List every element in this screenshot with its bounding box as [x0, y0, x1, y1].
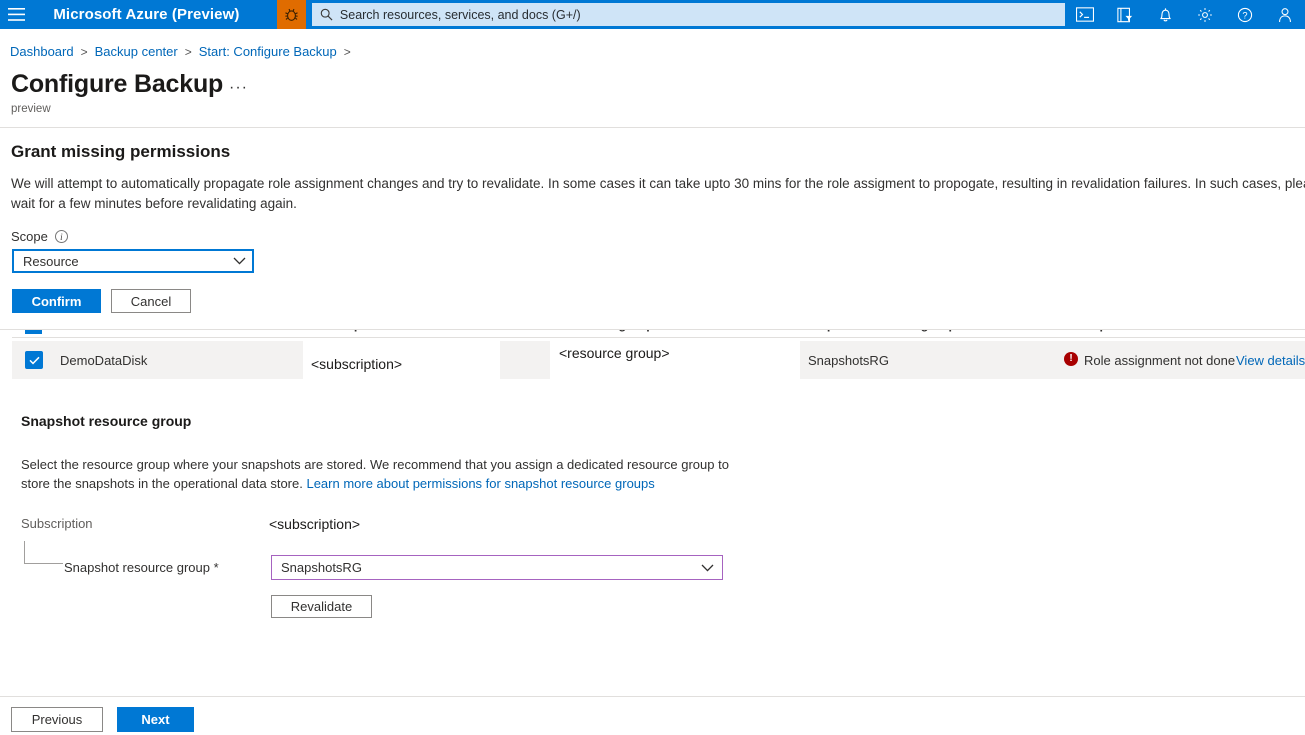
grant-panel-description: We will attempt to automatically propaga… — [11, 176, 1305, 211]
scope-label: Scope — [11, 229, 48, 244]
cell-backup-readiness: Role assignment not done — [1084, 352, 1236, 368]
info-icon[interactable]: i — [54, 230, 68, 243]
bug-icon[interactable] — [277, 0, 306, 29]
breadcrumb-item-dashboard[interactable]: Dashboard — [10, 44, 74, 59]
header-tool-icons: ? — [1065, 0, 1305, 29]
page-subtitle-preview: preview — [11, 103, 51, 115]
cell-resource-group: <resource group> — [559, 345, 670, 361]
page-title: Configure Backup — [11, 70, 224, 98]
notifications-bell-icon[interactable] — [1145, 0, 1185, 29]
help-question-icon[interactable]: ? — [1225, 0, 1265, 29]
scope-dropdown[interactable]: Resource — [12, 249, 254, 273]
cloud-shell-icon[interactable] — [1065, 0, 1105, 29]
cell-snapshot-resource-group: SnapshotsRG — [808, 352, 889, 368]
subscription-label: Subscription — [21, 516, 93, 531]
row-checkbox[interactable] — [25, 351, 43, 369]
hamburger-menu-icon[interactable] — [0, 0, 33, 29]
snapshot-resource-group-dropdown[interactable]: SnapshotsRG — [271, 555, 723, 580]
more-options-icon[interactable]: ··· — [229, 79, 248, 97]
azure-portal-page: Microsoft Azure (Preview) Search resourc… — [0, 0, 1305, 735]
global-search-box[interactable]: Search resources, services, and docs (G+… — [311, 3, 1065, 26]
settings-gear-icon[interactable] — [1185, 0, 1225, 29]
snapshot-section-title: Snapshot resource group — [21, 413, 192, 429]
cell-subscription: <subscription> — [311, 356, 403, 372]
chevron-down-icon — [701, 564, 714, 572]
global-header: Microsoft Azure (Preview) Search resourc… — [0, 0, 1305, 29]
breadcrumb-separator: > — [80, 44, 88, 59]
chevron-down-icon — [233, 257, 246, 265]
snapshot-permissions-learn-more-link[interactable]: Learn more about permissions for snapsho… — [306, 476, 654, 491]
svg-text:?: ? — [1242, 10, 1247, 20]
confirm-button[interactable]: Confirm — [12, 289, 101, 313]
grant-panel-title: Grant missing permissions — [11, 142, 231, 161]
previous-button[interactable]: Previous — [11, 707, 103, 732]
search-icon — [320, 8, 333, 21]
tree-connector-line — [24, 541, 63, 564]
cancel-button[interactable]: Cancel — [111, 289, 191, 313]
scope-label-group: Scope i — [11, 229, 68, 244]
breadcrumb-separator: > — [184, 44, 192, 59]
breadcrumb-item-backup-center[interactable]: Backup center — [95, 44, 178, 59]
revalidate-button[interactable]: Revalidate — [271, 595, 372, 618]
breadcrumb: Dashboard > Backup center > Start: Confi… — [10, 44, 358, 59]
grant-missing-permissions-panel: Grant missing permissions We will attemp… — [0, 128, 1305, 330]
snapshot-section-description: Select the resource group where your sna… — [21, 455, 733, 493]
global-search-placeholder: Search resources, services, and docs (G+… — [339, 7, 581, 22]
cell-name: DemoDataDisk — [60, 352, 148, 368]
view-details-link[interactable]: View details — [1236, 353, 1305, 368]
breadcrumb-separator-trailing: > — [343, 44, 351, 59]
azure-brand-label[interactable]: Microsoft Azure (Preview) — [33, 6, 239, 23]
snapshot-resource-group-value: SnapshotsRG — [281, 560, 362, 575]
subscription-value: <subscription> — [269, 516, 361, 532]
breadcrumb-item-start-configure-backup[interactable]: Start: Configure Backup — [199, 44, 337, 59]
error-icon: ! — [1064, 352, 1078, 366]
directory-filter-icon[interactable] — [1105, 0, 1145, 29]
footer-divider — [0, 696, 1305, 697]
next-button[interactable]: Next — [117, 707, 194, 732]
feedback-person-icon[interactable] — [1265, 0, 1305, 29]
snapshot-resource-group-label: Snapshot resource group * — [64, 560, 219, 575]
scope-dropdown-value: Resource — [23, 253, 79, 269]
